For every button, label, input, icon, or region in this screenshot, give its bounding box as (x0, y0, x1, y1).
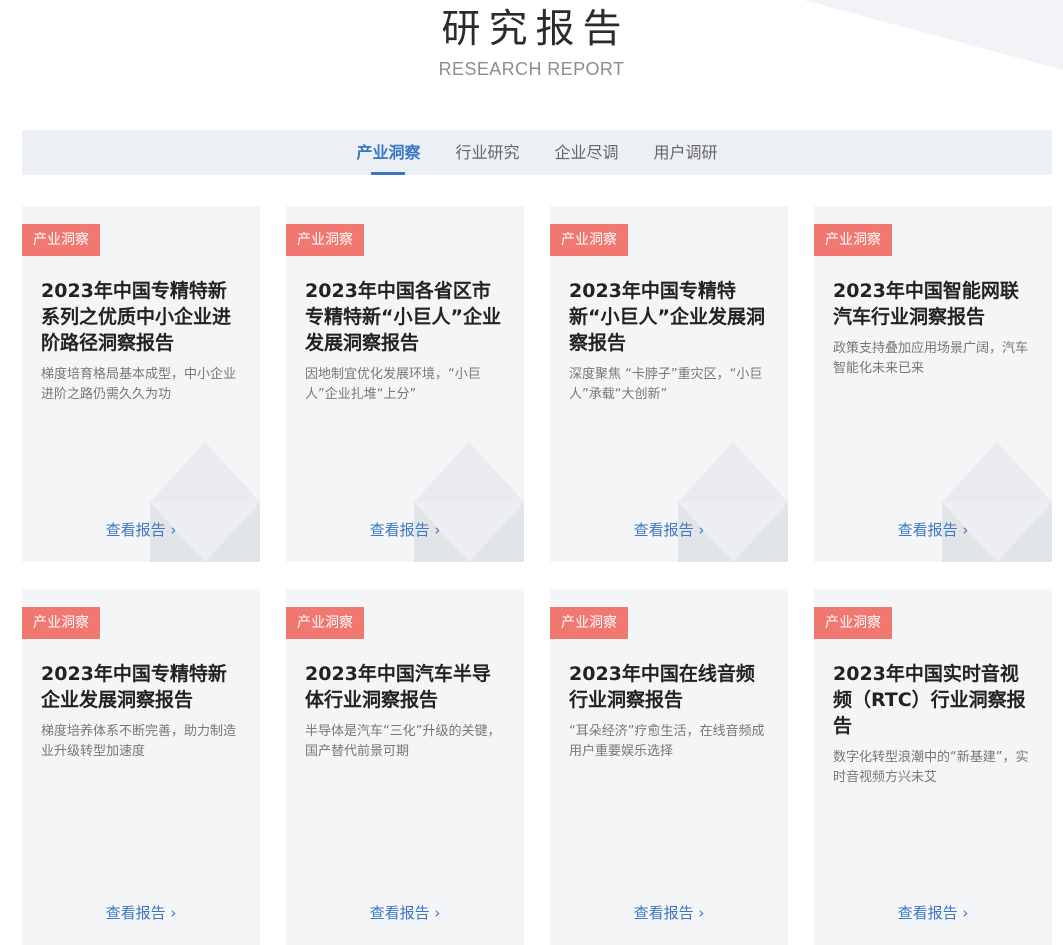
category-tab-bar: 产业洞察 行业研究 企业尽调 用户调研 (22, 130, 1052, 175)
report-title[interactable]: 2023年中国各省区市专精特新“小巨人”企业发展洞察报告 (305, 278, 506, 356)
report-description: 政策支持叠加应用场景广阔，汽车智能化未来已来 (833, 341, 1029, 376)
view-report-link[interactable]: 查看报告 › (286, 902, 524, 923)
report-card[interactable]: 产业洞察 2023年中国专精特新企业发展洞察报告 梯度培养体系不断完善，助力制造… (22, 589, 260, 945)
tab-industry-research[interactable]: 行业研究 (455, 130, 519, 175)
report-title[interactable]: 2023年中国专精特新系列之优质中小企业进阶路径洞察报告 (41, 278, 242, 356)
view-report-link[interactable]: 查看报告 › (814, 519, 1052, 540)
view-report-link[interactable]: 查看报告 › (22, 519, 260, 540)
triangle-pattern-decoration (678, 442, 788, 562)
tab-due-diligence[interactable]: 企业尽调 (555, 130, 619, 175)
page-header: 研究报告 RESEARCH REPORT (0, 0, 1063, 80)
report-title[interactable]: 2023年中国专精特新“小巨人”企业发展洞察报告 (569, 278, 770, 356)
report-description: 梯度培养体系不断完善，助力制造业升级转型加速度 (41, 724, 237, 759)
report-card-grid: 产业洞察 2023年中国专精特新系列之优质中小企业进阶路径洞察报告 梯度培育格局… (22, 206, 1052, 945)
page-title: 研究报告 (441, 7, 630, 52)
category-tag: 产业洞察 (550, 224, 628, 256)
report-title[interactable]: 2023年中国汽车半导体行业洞察报告 (305, 661, 506, 713)
report-card[interactable]: 产业洞察 2023年中国在线音频行业洞察报告 “耳朵经济”疗愈生活，在线音频成用… (550, 589, 788, 945)
report-description: 深度聚焦 “卡脖子”重灾区，“小巨人”承载“大创新” (569, 367, 763, 402)
page-subtitle: RESEARCH REPORT (438, 59, 625, 79)
report-description: 梯度培育格局基本成型，中小企业进阶之路仍需久久为功 (41, 367, 237, 402)
category-tag: 产业洞察 (22, 224, 100, 256)
triangle-pattern-decoration (942, 442, 1052, 562)
report-card[interactable]: 产业洞察 2023年中国专精特新系列之优质中小企业进阶路径洞察报告 梯度培育格局… (22, 206, 260, 562)
tab-user-research[interactable]: 用户调研 (654, 130, 718, 175)
view-report-link[interactable]: 查看报告 › (22, 902, 260, 923)
report-title[interactable]: 2023年中国在线音频行业洞察报告 (569, 661, 770, 713)
report-title[interactable]: 2023年中国智能网联汽车行业洞察报告 (833, 278, 1034, 330)
category-tag: 产业洞察 (814, 224, 892, 256)
report-card[interactable]: 产业洞察 2023年中国智能网联汽车行业洞察报告 政策支持叠加应用场景广阔，汽车… (814, 206, 1052, 562)
tab-industry-insight[interactable]: 产业洞察 (356, 130, 420, 175)
triangle-pattern-decoration (414, 442, 524, 562)
report-card[interactable]: 产业洞察 2023年中国各省区市专精特新“小巨人”企业发展洞察报告 因地制宜优化… (286, 206, 524, 562)
view-report-link[interactable]: 查看报告 › (550, 519, 788, 540)
report-card[interactable]: 产业洞察 2023年中国实时音视频（RTC）行业洞察报告 数字化转型浪潮中的“新… (814, 589, 1052, 945)
report-card[interactable]: 产业洞察 2023年中国汽车半导体行业洞察报告 半导体是汽车“三化”升级的关键，… (286, 589, 524, 945)
category-tag: 产业洞察 (814, 607, 892, 639)
report-description: 因地制宜优化发展环境，“小巨人”企业扎堆“上分” (305, 367, 481, 402)
category-tag: 产业洞察 (286, 607, 364, 639)
view-report-link[interactable]: 查看报告 › (814, 902, 1052, 923)
report-description: 半导体是汽车“三化”升级的关键，国产替代前景可期 (305, 724, 501, 759)
report-title[interactable]: 2023年中国专精特新企业发展洞察报告 (41, 661, 242, 713)
view-report-link[interactable]: 查看报告 › (286, 519, 524, 540)
view-report-link[interactable]: 查看报告 › (550, 902, 788, 923)
category-tag: 产业洞察 (22, 607, 100, 639)
category-tag: 产业洞察 (286, 224, 364, 256)
report-title[interactable]: 2023年中国实时音视频（RTC）行业洞察报告 (833, 661, 1034, 739)
report-description: “耳朵经济”疗愈生活，在线音频成用户重要娱乐选择 (569, 724, 765, 759)
triangle-pattern-decoration (150, 442, 260, 562)
category-tag: 产业洞察 (550, 607, 628, 639)
report-description: 数字化转型浪潮中的“新基建”，实时音视频方兴未艾 (833, 750, 1029, 785)
report-card[interactable]: 产业洞察 2023年中国专精特新“小巨人”企业发展洞察报告 深度聚焦 “卡脖子”… (550, 206, 788, 562)
